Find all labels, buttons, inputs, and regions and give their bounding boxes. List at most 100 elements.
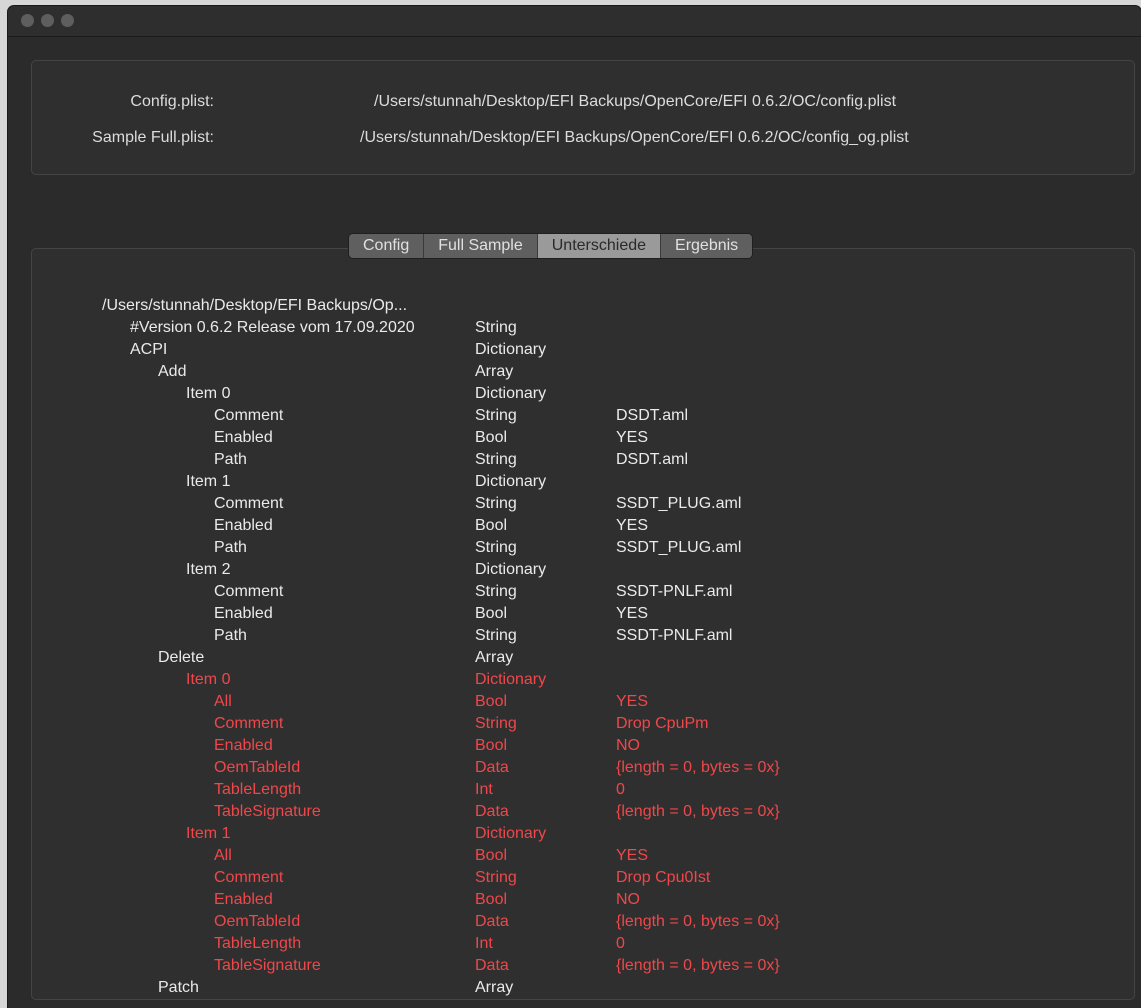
tree-row[interactable]: Enabled Bool NO [32,735,1132,757]
tree-row[interactable]: #Version 0.6.2 Release vom 17.09.2020 Str… [32,317,1132,339]
tree-row[interactable]: TableSignature Data {length = 0, bytes = 0… [32,801,1132,823]
tree-row[interactable]: All Bool YES [32,845,1132,867]
tree-row[interactable]: Enabled Bool YES [32,515,1132,537]
tree-row[interactable]: Delete Array [32,647,1132,669]
zoom-window-button[interactable] [61,14,74,27]
tree-row[interactable]: Add Array [32,361,1132,383]
tree-key: Item 2 [186,561,231,578]
tree-row[interactable]: ACPI Dictionary [32,339,1132,361]
sample-path-label: Sample Full.plist: [92,129,214,146]
tree-type: Bool [475,517,508,534]
tree-type: String [475,869,517,886]
tab-ergebnis[interactable]: Ergebnis [661,234,753,258]
close-window-button[interactable] [21,14,34,27]
tree-value: SSDT-PNLF.aml [616,583,733,600]
tree-value: YES [616,605,649,622]
tree-value: NO [616,891,640,908]
tree-key: Comment [214,715,284,732]
tree-key: Path [214,451,247,468]
tree-key: TableLength [214,781,302,798]
plist-tree: /Users/stunnah/Desktop/EFI Backups/Op...… [32,295,1132,999]
tree-row[interactable]: Item 0 Dictionary [32,669,1132,691]
tree-row[interactable]: Item 0 Dictionary [32,383,1132,405]
tab-unterschiede[interactable]: Unterschiede [537,234,662,258]
tree-row[interactable]: Comment String Drop Cpu0Ist [32,867,1132,889]
tree-type: Dictionary [475,825,547,842]
tree-row[interactable]: Enabled Bool NO [32,889,1132,911]
tree-type: Data [475,803,509,820]
tree-row[interactable]: Item 1 Dictionary [32,471,1132,493]
tree-key: #Version 0.6.2 Release vom 17.09.2020 [130,319,415,336]
tree-value: {length = 0, bytes = 0x} [616,913,780,930]
tree-row[interactable]: /Users/stunnah/Desktop/EFI Backups/Op... [32,295,1132,317]
tree-type: Bool [475,847,508,864]
tree-value: DSDT.aml [616,407,689,424]
tree-key: Path [214,627,247,644]
tree-type: Array [475,649,514,666]
tree-key: Patch [158,979,199,996]
tree-row[interactable]: Comment String DSDT.aml [32,405,1132,427]
tree-row[interactable]: TableLength Int 0 [32,933,1132,955]
tree-type: Data [475,759,509,776]
tree-key: Enabled [214,737,273,754]
tree-row[interactable]: Item 1 Dictionary [32,823,1132,845]
tree-row[interactable]: Comment String SSDT-PNLF.aml [32,581,1132,603]
view-tabs: Config Full Sample Unterschiede Ergebnis [349,234,753,258]
tree-type: String [475,539,517,556]
tree-value: {length = 0, bytes = 0x} [616,803,780,820]
tree-row[interactable]: Path String SSDT-PNLF.aml [32,625,1132,647]
tree-value: YES [616,693,649,710]
tree-row[interactable]: Comment String SSDT_PLUG.aml [32,493,1132,515]
tree-row[interactable]: TableSignature Data {length = 0, bytes = 0… [32,955,1132,977]
tree-type: Data [475,913,509,930]
tree-key: All [214,847,232,864]
tree-type: String [475,407,517,424]
tree-row[interactable]: TableLength Int 0 [32,779,1132,801]
tree-row[interactable]: Enabled Bool YES [32,427,1132,449]
tree-value: SSDT_PLUG.aml [616,495,742,512]
tree-value: YES [616,847,649,864]
app-window: Config.plist: /Users/stunnah/Desktop/EFI… [8,6,1141,1008]
minimize-window-button[interactable] [41,14,54,27]
tree-row[interactable]: Comment String Drop CpuPm [32,713,1132,735]
tree-row[interactable]: Enabled Bool YES [32,603,1132,625]
tree-key: TableSignature [214,803,321,820]
tree-type: String [475,319,517,336]
tree-value: {length = 0, bytes = 0x} [616,759,780,776]
tree-key: Add [158,363,187,380]
tree-key: Item 0 [186,671,231,688]
tree-key: Delete [158,649,205,666]
file-paths-panel: Config.plist: /Users/stunnah/Desktop/EFI… [31,60,1135,175]
tree-key: TableLength [214,935,302,952]
tab-config[interactable]: Config [349,234,425,258]
tree-key: Item 1 [186,825,231,842]
tree-type: Int [475,781,493,798]
tree-row[interactable]: Path String DSDT.aml [32,449,1132,471]
tree-key: Enabled [214,605,273,622]
tree-row[interactable]: All Bool YES [32,691,1132,713]
tree-type: String [475,451,517,468]
tree-type: Data [475,957,509,974]
tree-row[interactable]: OemTableId Data {length = 0, bytes = 0x} [32,911,1132,933]
tree-row[interactable]: Path String SSDT_PLUG.aml [32,537,1132,559]
tree-row[interactable]: OemTableId Data {length = 0, bytes = 0x} [32,757,1132,779]
tree-row[interactable]: Item 2 Dictionary [32,559,1132,581]
tree-type: Dictionary [475,385,547,402]
title-bar [8,6,1141,37]
tree-value: 0 [616,935,625,952]
tree-value: YES [616,429,649,446]
tree-key: OemTableId [214,913,301,930]
tree-key: Comment [214,583,284,600]
tree-value: 0 [616,781,625,798]
tree-value: NO [616,737,640,754]
tree-key: Enabled [214,517,273,534]
config-path-label: Config.plist: [130,93,214,110]
tab-full-sample[interactable]: Full Sample [424,234,538,258]
tree-type: Bool [475,693,508,710]
tree-value: YES [616,517,649,534]
tree-key: /Users/stunnah/Desktop/EFI Backups/Op... [102,297,408,314]
tree-type: Bool [475,605,508,622]
sample-path-value: /Users/stunnah/Desktop/EFI Backups/OpenC… [360,129,909,146]
tree-row[interactable]: Patch Array [32,977,1132,999]
tree-value: Drop Cpu0Ist [616,869,711,886]
